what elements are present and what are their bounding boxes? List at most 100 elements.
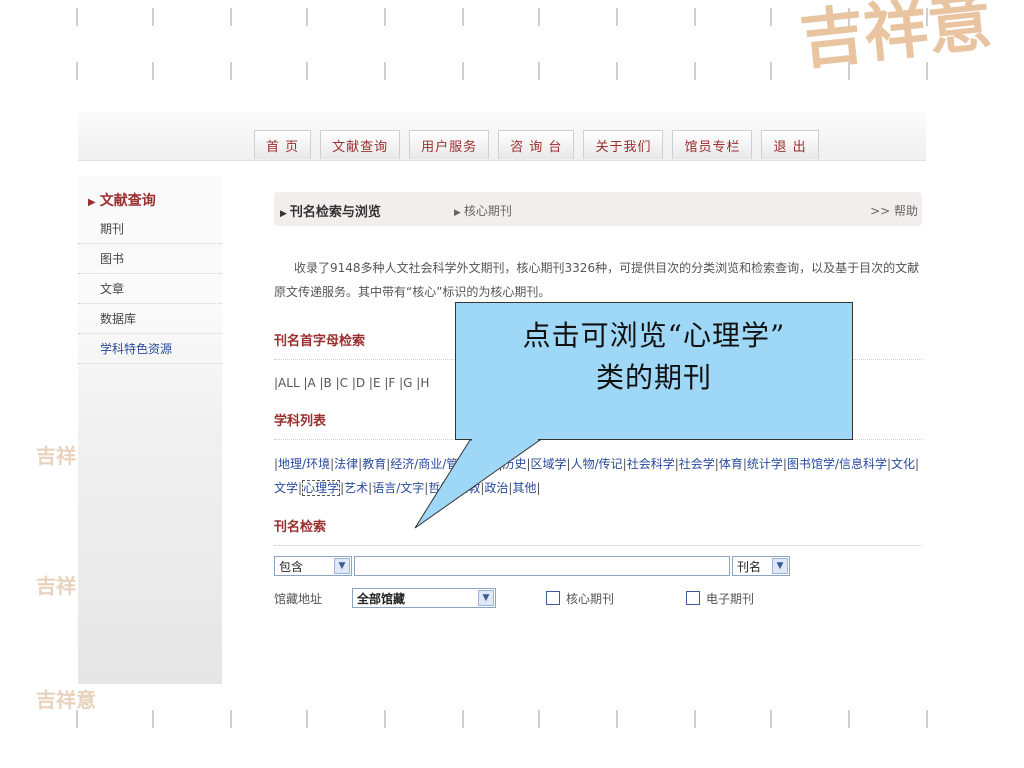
dash-mark [694, 8, 696, 26]
nav-literature-search[interactable]: 文献查询 [320, 130, 401, 159]
location-select[interactable]: 全部馆藏 ▼ [352, 588, 496, 608]
subject-link[interactable]: 哲学/宗教 [428, 481, 480, 495]
subject-link[interactable]: 文学 [274, 481, 298, 495]
ejournal-checkbox[interactable] [686, 591, 701, 605]
nav-home[interactable]: 首 页 [254, 130, 312, 159]
dash-mark [152, 710, 154, 728]
chevron-down-icon: ▼ [772, 558, 788, 574]
dash-mark [306, 8, 308, 26]
sidebar-item-databases[interactable]: 数据库 [78, 304, 222, 334]
location-value: 全部馆藏 [357, 591, 406, 606]
sidebar-item-books[interactable]: 图书 [78, 244, 222, 274]
sidebar-item-journals[interactable]: 期刊 [78, 214, 222, 244]
dash-mark [538, 710, 540, 728]
dash-mark [848, 710, 850, 728]
content-header-bar: ▶ 刊名检索与浏览 ▶ 核心期刊 >> 帮助 [274, 192, 922, 226]
nav-user-services[interactable]: 用户服务 [409, 130, 490, 159]
triangle-right-icon: ▶ [454, 208, 461, 218]
dash-mark [616, 62, 618, 80]
dash-mark [230, 8, 232, 26]
search-input[interactable] [354, 556, 730, 576]
core-journal-label: 核心期刊 [566, 591, 615, 606]
section-title: ▶ 刊名检索与浏览 [280, 201, 381, 220]
callout-line-2: 类的期刊 [595, 361, 712, 394]
chevron-down-icon: ▼ [334, 558, 350, 574]
subject-link[interactable]: 心理学 [302, 480, 341, 496]
subject-link[interactable]: 经济/商业/管理 [390, 457, 470, 471]
subject-link[interactable]: 政治 [484, 481, 508, 495]
help-link[interactable]: >> 帮助 [870, 202, 918, 219]
subject-link[interactable]: 艺术 [344, 481, 368, 495]
subject-link[interactable]: 教育 [362, 457, 386, 471]
nav-help-desk[interactable]: 咨 询 台 [498, 130, 575, 159]
subject-link[interactable]: 社会科学 [627, 457, 675, 471]
seal-logo-small-3: 吉祥意 [36, 688, 96, 712]
core-journal-option[interactable]: 核心期刊 [546, 590, 614, 607]
subject-link[interactable]: 地理/环境 [278, 457, 330, 471]
callout-line-1: 点击可浏览“心理学” [522, 319, 786, 352]
subject-link[interactable]: 图书馆学/信息科学 [787, 457, 887, 471]
field-select[interactable]: 刊名 ▼ [732, 556, 790, 576]
dash-mark [694, 710, 696, 728]
dash-mark [770, 710, 772, 728]
nav-about-us[interactable]: 关于我们 [583, 130, 664, 159]
nav-logout[interactable]: 退 出 [761, 130, 819, 159]
subject-link[interactable]: 人物/传记 [571, 457, 623, 471]
dash-mark [770, 8, 772, 26]
dash-mark [384, 8, 386, 26]
match-type-value: 包含 [279, 559, 304, 574]
sidebar-item-articles[interactable]: 文章 [78, 274, 222, 304]
dash-mark [306, 62, 308, 80]
dash-mark [462, 62, 464, 80]
dash-mark [384, 62, 386, 80]
sidebar-item-special-resources[interactable]: 学科特色资源 [78, 334, 222, 364]
subject-link[interactable]: 文化 [891, 457, 915, 471]
triangle-right-icon: ▶ [280, 209, 287, 219]
ejournal-option[interactable]: 电子期刊 [686, 590, 754, 607]
triangle-right-icon: ▶ [88, 197, 96, 208]
top-navigation-band: 首 页 文献查询 用户服务 咨 询 台 关于我们 馆员专栏 退 出 [78, 112, 926, 161]
dash-mark [770, 62, 772, 80]
seal-logo-small-2: 吉祥 [36, 574, 76, 598]
subject-link[interactable]: 社会学 [679, 457, 715, 471]
subject-link[interactable]: 体育 [719, 457, 743, 471]
search-row: 包含 ▼ 刊名 ▼ [274, 556, 922, 576]
dash-mark [462, 8, 464, 26]
subject-link[interactable]: 法律 [334, 457, 358, 471]
annotation-callout: 点击可浏览“心理学” 类的期刊 [455, 302, 853, 440]
sidebar-heading[interactable]: ▶ 文献查询 [78, 176, 222, 214]
subject-link[interactable]: 其他 [512, 481, 536, 495]
seal-logo-small-1: 吉祥 [36, 444, 76, 468]
subject-link[interactable]: 军事 [474, 457, 498, 471]
field-value: 刊名 [737, 559, 762, 574]
dash-mark [152, 62, 154, 80]
dash-mark [462, 710, 464, 728]
section-title-label: 刊名检索与浏览 [289, 205, 381, 220]
sidebar-heading-label: 文献查询 [99, 193, 156, 209]
core-journals-link[interactable]: ▶ 核心期刊 [454, 202, 512, 219]
dash-mark [538, 62, 540, 80]
dash-mark [616, 710, 618, 728]
sidebar: ▶ 文献查询 期刊 图书 文章 数据库 学科特色资源 [78, 176, 222, 684]
subject-link[interactable]: 区域学 [531, 457, 567, 471]
dash-mark [926, 710, 928, 728]
nav-librarian-column[interactable]: 馆员专栏 [672, 130, 753, 159]
subject-link[interactable]: 语言/文字 [372, 481, 424, 495]
dash-mark [76, 62, 78, 80]
filter-row: 馆藏地址 全部馆藏 ▼ 核心期刊 电子期刊 [274, 588, 922, 608]
location-label: 馆藏地址 [274, 591, 323, 606]
dash-mark [384, 710, 386, 728]
dash-mark [230, 62, 232, 80]
subject-link[interactable]: 统计学 [747, 457, 783, 471]
main-nav: 首 页 文献查询 用户服务 咨 询 台 关于我们 馆员专栏 退 出 [254, 130, 819, 159]
dash-mark [230, 710, 232, 728]
dash-mark [306, 710, 308, 728]
core-journals-label: 核心期刊 [463, 204, 512, 218]
chevron-down-icon: ▼ [478, 590, 494, 606]
dash-mark [76, 8, 78, 26]
subject-separator: | [915, 457, 920, 471]
subject-link[interactable]: 历史 [502, 457, 526, 471]
core-journal-checkbox[interactable] [546, 591, 560, 605]
dash-mark [694, 62, 696, 80]
match-type-select[interactable]: 包含 ▼ [274, 556, 352, 576]
